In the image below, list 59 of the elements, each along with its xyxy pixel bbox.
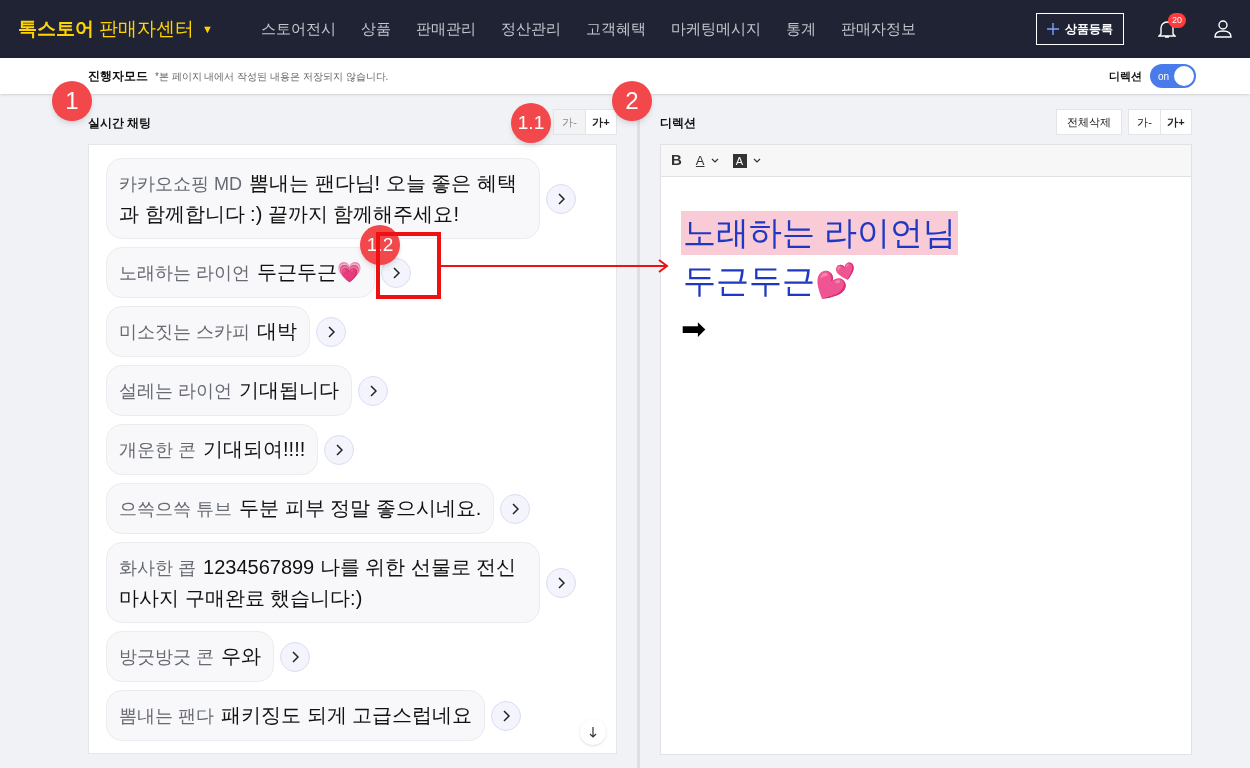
chat-message: 미소짓는 스카피 대박 (106, 306, 310, 357)
direction-toggle-label: 디렉션 (1109, 68, 1142, 84)
chevron-right-icon (335, 443, 344, 456)
scroll-down-button[interactable] (580, 719, 606, 745)
highlight-color-button[interactable]: A (732, 153, 747, 168)
chat-message: 화사한 콥 1234567899 나를 위한 선물로 전신 마사지 구매완료 했습니다:) (106, 542, 540, 623)
direction-editor[interactable]: B A A 노래하는 라이언님 두근두근💕 ➡ (660, 144, 1192, 755)
send-to-direction-button[interactable] (500, 493, 531, 524)
plus-icon (1047, 23, 1059, 35)
chat-message: 개운한 콘 기대되여!!!! (106, 424, 319, 475)
send-to-direction-button[interactable] (316, 316, 346, 347)
nav-menu-item[interactable]: 정산관리 (500, 17, 561, 41)
clear-all-button[interactable]: 전체삭제 (1056, 109, 1122, 135)
chat-message: 방긋방긋 콘 우와 (106, 631, 274, 682)
chevron-right-icon (392, 266, 400, 279)
chevron-right-icon (291, 650, 299, 663)
send-to-direction-button[interactable] (358, 375, 388, 406)
text-color-button[interactable]: A (695, 150, 705, 171)
chat-message: 으쓱으쓱 튜브 두분 피부 정말 좋으시네요. (106, 483, 495, 534)
dropdown-caret-icon[interactable]: ▼ (202, 20, 213, 38)
brand-subtitle[interactable]: 판매자센터 (99, 14, 194, 44)
chat-message: 카카오쇼핑 MD 뽐내는 팬다님! 오늘 좋은 혜택과 함께합니다 :) 끝까지 함께해주세요! (106, 158, 540, 239)
send-to-direction-button[interactable] (324, 434, 355, 465)
send-to-direction-button[interactable] (491, 700, 522, 731)
chat-message: 뽐내는 팬다 패키징도 되게 고급스럽네요 (106, 690, 486, 741)
caret-icon (752, 158, 761, 163)
bold-button[interactable]: B (671, 149, 682, 172)
nav-menu-item[interactable]: 상품 (360, 17, 391, 41)
decrease-font-button[interactable]: 가- (1129, 110, 1160, 134)
mode-notice: *본 페이지 내에서 작성된 내용은 저장되지 않습니다. (155, 69, 389, 84)
nav-menu-item[interactable]: 통계 (785, 17, 816, 41)
brand-logo[interactable]: 톡스토어 (18, 14, 94, 44)
send-to-direction-button[interactable] (381, 257, 411, 288)
annotation-marker: 1.1 (511, 103, 551, 143)
arrow-down-icon (589, 726, 597, 738)
chevron-right-icon (369, 384, 377, 397)
nav-menu-item[interactable]: 판매자정보 (840, 17, 916, 41)
chat-message: 설레는 라이언 기대됩니다 (106, 365, 352, 416)
annotation-marker: 1 (52, 81, 92, 121)
send-to-direction-button[interactable] (546, 183, 576, 214)
notification-count-badge: 20 (1168, 12, 1186, 28)
chevron-right-icon (557, 576, 565, 589)
chevron-right-icon (511, 502, 520, 515)
nav-menu-item[interactable]: 고객혜택 (585, 17, 646, 41)
direction-title: 디렉션 (660, 115, 696, 132)
user-icon[interactable] (1214, 20, 1232, 38)
chevron-right-icon (502, 709, 511, 722)
send-to-direction-button[interactable] (546, 567, 576, 598)
chevron-right-icon (327, 325, 335, 338)
caret-icon (710, 158, 719, 163)
nav-menu-item[interactable]: 마케팅메시지 (670, 17, 761, 41)
direction-toggle[interactable]: on (1150, 64, 1196, 88)
toggle-state-label: on (1157, 69, 1170, 84)
nav-menu-item[interactable]: 판매관리 (415, 17, 476, 41)
chevron-right-icon (557, 192, 565, 205)
increase-font-button[interactable]: 가+ (1160, 110, 1191, 134)
register-product-button[interactable]: 상품등록 (1036, 13, 1124, 45)
nav-menu-item[interactable]: 스토어전시 (260, 17, 336, 41)
send-to-direction-button[interactable] (280, 641, 310, 672)
